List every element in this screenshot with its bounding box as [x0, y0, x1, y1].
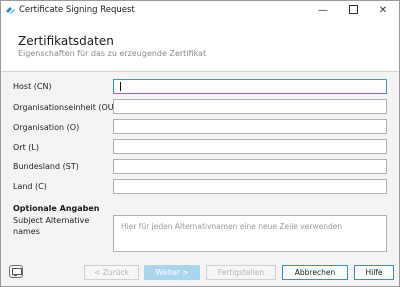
- optional-section-heading: Optionale Angaben: [13, 204, 100, 213]
- text-caret: [120, 82, 121, 91]
- page-header: Zertifikatsdaten Eigenschaften für das z…: [1, 21, 399, 71]
- host-cn-label: Host (CN): [13, 82, 52, 91]
- header-divider: [1, 71, 399, 72]
- san-label: Subject Alternative names: [13, 216, 90, 236]
- back-button[interactable]: < Zurück: [84, 265, 139, 280]
- bundesland-input[interactable]: [113, 159, 387, 174]
- page-title: Zertifikatsdaten: [18, 34, 114, 48]
- title-bar[interactable]: Certificate Signing Request — ✕: [1, 1, 399, 21]
- ort-label: Ort (L): [13, 143, 39, 152]
- organisation-input[interactable]: [113, 119, 387, 134]
- ou-input[interactable]: [113, 99, 387, 114]
- close-button[interactable]: ✕: [368, 1, 398, 21]
- cancel-button[interactable]: Abbrechen: [282, 265, 348, 280]
- monitor-stand: [14, 274, 17, 276]
- maximize-button[interactable]: [338, 1, 368, 21]
- land-label: Land (C): [13, 182, 47, 191]
- ort-input[interactable]: [113, 139, 387, 154]
- ou-label: Organisationseinheit (OU): [13, 103, 117, 112]
- app-icon: [6, 7, 15, 14]
- help-button[interactable]: Hilfe: [354, 265, 394, 280]
- san-textarea[interactable]: Hier für jeden Alternativnamen eine neue…: [113, 215, 387, 252]
- window-title: Certificate Signing Request: [19, 5, 135, 15]
- host-cn-input[interactable]: [113, 79, 387, 94]
- next-button[interactable]: Weiter >: [144, 265, 200, 280]
- screen-info-icon[interactable]: [9, 265, 23, 278]
- land-input[interactable]: [113, 179, 387, 194]
- minimize-button[interactable]: —: [308, 1, 338, 21]
- dialog-window: Certificate Signing Request — ✕ Zertifik…: [0, 0, 400, 287]
- maximize-icon: [348, 4, 358, 14]
- page-subtitle: Eigenschaften für das zu erzeugende Zert…: [18, 49, 207, 58]
- finish-button[interactable]: Fertigstellen: [206, 265, 276, 280]
- organisation-label: Organisation (O): [13, 123, 80, 132]
- san-placeholder: Hier für jeden Alternativnamen eine neue…: [121, 222, 343, 231]
- bundesland-label: Bundesland (ST): [13, 162, 79, 171]
